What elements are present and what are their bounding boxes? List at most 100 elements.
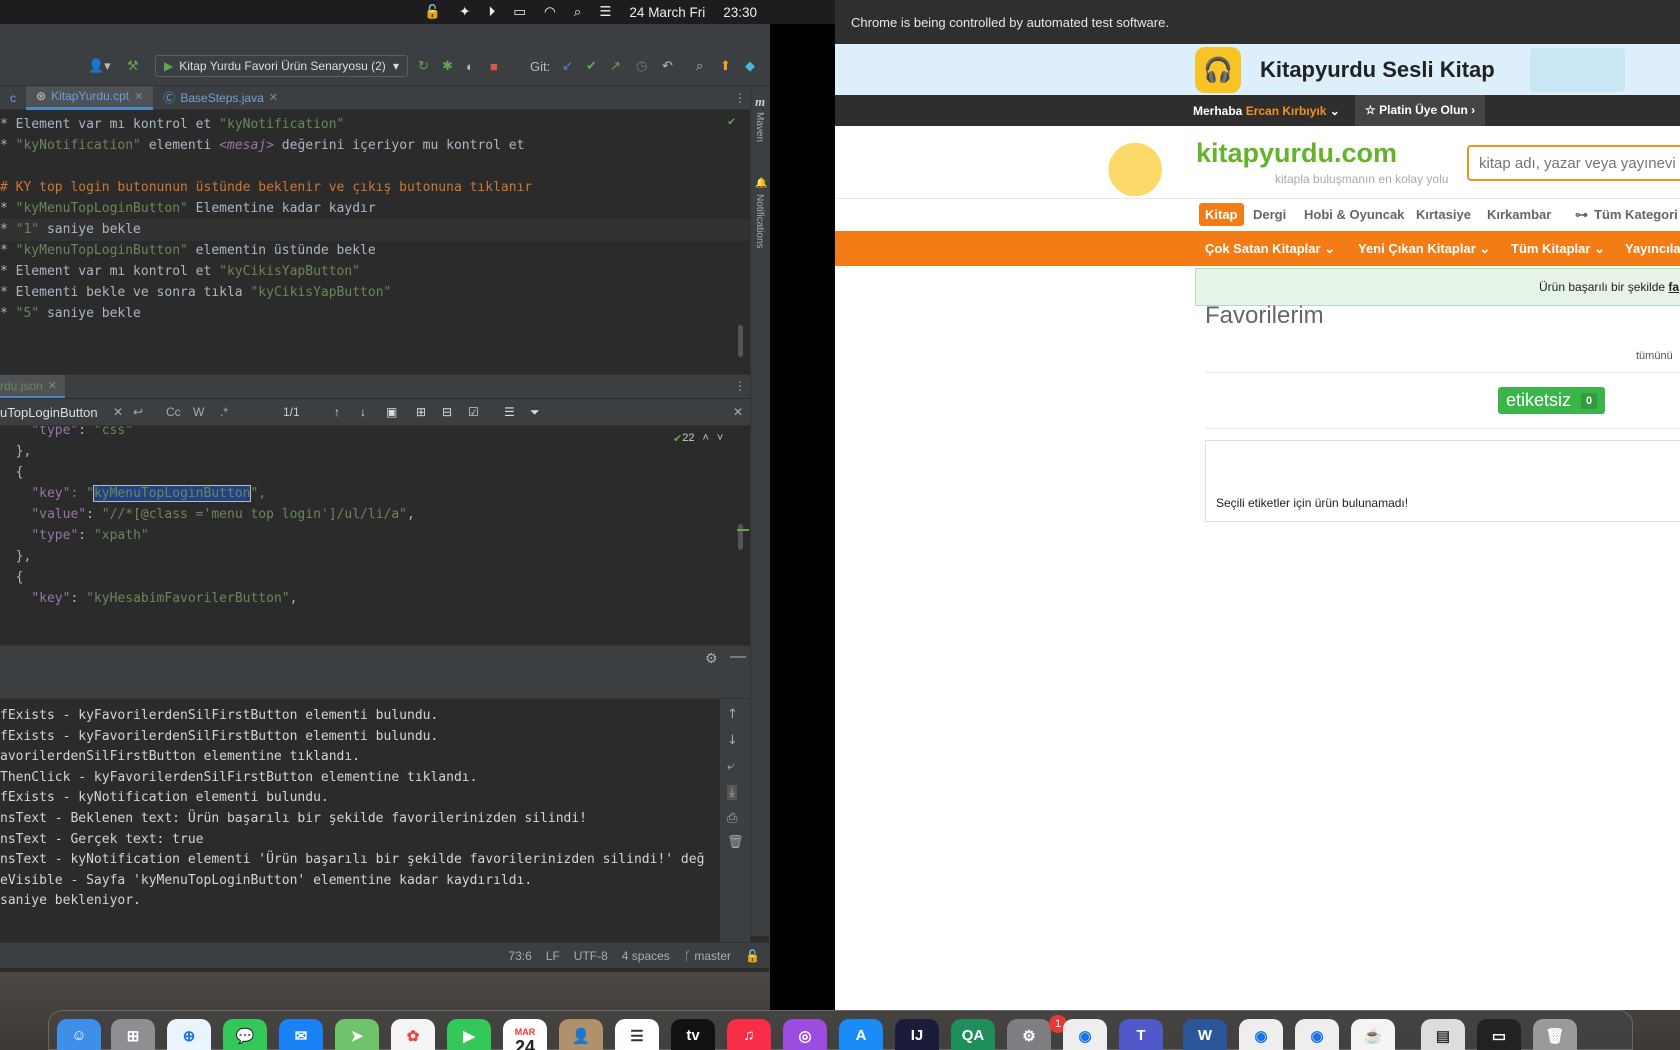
update-icon[interactable]: ⬆: [720, 56, 731, 76]
json-line[interactable]: },: [0, 546, 32, 568]
json-line[interactable]: "type": "css": [0, 426, 133, 442]
json-line[interactable]: {: [0, 567, 24, 589]
select-occurrences-icon[interactable]: ☑: [468, 405, 479, 419]
finder-icon[interactable]: ☺: [57, 1019, 101, 1050]
console-output[interactable]: fExists - kyFavorilerdenSilFirstButton e…: [0, 699, 720, 949]
user-account-icon[interactable]: 👤▾: [88, 56, 111, 76]
editor-scrollbar[interactable]: [738, 524, 743, 550]
show-all-link[interactable]: tümünü: [1636, 350, 1673, 362]
tag-filter-etiketsiz[interactable]: etiketsiz 0: [1498, 387, 1606, 414]
scroll-to-end-icon[interactable]: ⤓: [727, 785, 737, 800]
app-status-icon[interactable]: ✦: [459, 4, 470, 20]
match-case-toggle[interactable]: Cc: [166, 405, 181, 419]
search-everywhere-icon[interactable]: ⌕: [696, 56, 703, 76]
git-push-icon[interactable]: ↗: [610, 56, 621, 76]
add-occurrence-icon[interactable]: ⊞: [416, 405, 426, 419]
json-editor[interactable]: "type": "css" }, { "key": "kyMenuTopLogi…: [0, 426, 750, 622]
facetime-icon[interactable]: ▶: [447, 1019, 491, 1050]
code-line[interactable]: * Elementi bekle ve sonra tıkla "kyCikis…: [0, 282, 391, 304]
launchpad-icon[interactable]: ⊞: [111, 1019, 155, 1050]
file-encoding[interactable]: UTF-8: [574, 949, 608, 963]
git-history-icon[interactable]: ◷: [636, 56, 647, 76]
code-line[interactable]: * "kyMenuTopLoginButton" elementin üstün…: [0, 240, 376, 262]
chevron-up-icon[interactable]: ˄: [702, 432, 708, 445]
json-line[interactable]: },: [0, 441, 32, 463]
chrome-icon[interactable]: ◉: [1295, 1019, 1339, 1050]
search-input[interactable]: [1467, 145, 1680, 181]
chrome-icon[interactable]: ◉: [1063, 1019, 1107, 1050]
intellij-idea-icon[interactable]: IJ: [895, 1019, 939, 1050]
contacts-icon[interactable]: 👤: [559, 1019, 603, 1050]
platinum-link[interactable]: ☆ Platin Üye Olun ›: [1355, 95, 1486, 126]
trash-icon[interactable]: 🗑: [727, 835, 744, 850]
category-all[interactable]: Tüm Kategori: [1594, 207, 1678, 222]
tab-json-file[interactable]: rdu.json ✕: [0, 375, 65, 399]
line-separator[interactable]: LF: [546, 949, 560, 963]
next-match-icon[interactable]: ↓: [360, 405, 366, 419]
play-circle-icon[interactable]: ⏵: [488, 4, 495, 20]
screenshot-window-icon[interactable]: ▭: [1477, 1019, 1521, 1050]
git-commit-icon[interactable]: ✔: [586, 56, 597, 76]
word-icon[interactable]: W: [1183, 1019, 1227, 1050]
java-launcher-icon[interactable]: ☕: [1351, 1019, 1395, 1050]
remove-occurrence-icon[interactable]: ⊟: [442, 405, 452, 419]
close-icon[interactable]: ✕: [48, 379, 57, 392]
code-line[interactable]: * "kyNotification" elementi <mesaj> değe…: [0, 135, 524, 157]
kitapyurdu-logo-icon[interactable]: [1092, 130, 1188, 196]
user-greeting[interactable]: Merhaba Ercan Kırbıyık ⌄: [1193, 104, 1340, 118]
tab-kitapyurdu-cpt[interactable]: ⊛ KitapYurdu.cpt ✕: [26, 85, 154, 110]
tabs-more-icon[interactable]: ⋮: [734, 379, 746, 393]
scroll-down-icon[interactable]: ↓: [727, 733, 738, 748]
minimize-icon[interactable]: —: [730, 648, 746, 666]
menu-new-releases[interactable]: Yeni Çıkan Kitaplar ⌄: [1358, 241, 1490, 257]
chrome-icon[interactable]: ◉: [1239, 1019, 1283, 1050]
vpn-lock-icon[interactable]: 🔓: [424, 4, 441, 20]
json-line[interactable]: "type": "xpath": [0, 525, 148, 547]
tab-c[interactable]: c: [0, 86, 26, 110]
lock-icon[interactable]: 🔓: [745, 949, 760, 963]
battery-icon[interactable]: ▭: [513, 4, 526, 20]
code-line[interactable]: * "1" saniye bekle: [0, 219, 750, 241]
trash-icon[interactable]: 🗑: [1533, 1019, 1577, 1050]
build-hammer-icon[interactable]: ⚒: [127, 56, 139, 76]
menu-publishers[interactable]: Yayıncıla: [1625, 241, 1680, 256]
aqua-qa-icon[interactable]: QA: [951, 1019, 995, 1050]
site-logo[interactable]: kitapyurdu.com: [1196, 138, 1397, 169]
code-line[interactable]: * Element var mı kontrol et "kyNotificat…: [0, 114, 344, 136]
rerun-icon[interactable]: ↻: [418, 56, 429, 76]
indent-setting[interactable]: 4 spaces: [622, 949, 670, 963]
close-icon[interactable]: ✕: [134, 90, 143, 103]
git-update-icon[interactable]: ↙: [562, 56, 573, 76]
notification-link[interactable]: fa: [1668, 280, 1679, 294]
soft-wrap-icon[interactable]: ⤶: [727, 759, 734, 774]
jetbrains-toolbox-icon[interactable]: ◆: [745, 56, 755, 76]
calendar-icon[interactable]: MAR 24: [503, 1019, 547, 1050]
podcasts-icon[interactable]: ◎: [783, 1019, 827, 1050]
coverage-icon[interactable]: ◐: [466, 56, 474, 76]
run-configuration-select[interactable]: ▶ Kitap Yurdu Favori Ürün Senaryosu (2) …: [155, 55, 408, 77]
menu-all-books[interactable]: Tüm Kitaplar ⌄: [1511, 241, 1605, 257]
clear-icon[interactable]: ✕: [113, 405, 123, 419]
close-icon[interactable]: ✕: [269, 91, 278, 104]
tab-basesteps-java[interactable]: Ⓒ BaseSteps.java ✕: [153, 86, 288, 110]
select-all-occurrences-icon[interactable]: ▣: [386, 405, 397, 419]
category-kirtasiye[interactable]: Kırtasiye: [1416, 207, 1471, 222]
settings-gear-icon[interactable]: ⚙: [705, 650, 718, 667]
category-kirkambar[interactable]: Kırkambar: [1487, 207, 1551, 222]
maps-icon[interactable]: ➤: [335, 1019, 379, 1050]
filter-icon[interactable]: ⏷: [530, 405, 540, 420]
category-dergi[interactable]: Dergi: [1253, 207, 1286, 222]
json-line[interactable]: "key": "kyMenuTopLoginButton",: [0, 483, 266, 505]
photos-icon[interactable]: ✿: [391, 1019, 435, 1050]
notifications-bell-icon[interactable]: 🔔: [755, 178, 767, 189]
messages-icon[interactable]: 💬: [223, 1019, 267, 1050]
find-input[interactable]: uTopLoginButton: [0, 405, 98, 420]
wifi-icon[interactable]: ◠: [544, 4, 556, 20]
new-line-icon[interactable]: ↩: [133, 405, 143, 419]
previous-match-icon[interactable]: ↑: [334, 405, 340, 419]
menu-bar-date[interactable]: 24 March Fri: [629, 5, 705, 20]
close-find-icon[interactable]: ✕: [733, 405, 743, 419]
maven-icon[interactable]: m: [755, 94, 765, 110]
json-line[interactable]: "value": "//*[@class ='menu top login']/…: [0, 504, 415, 526]
json-line[interactable]: {: [0, 462, 24, 484]
